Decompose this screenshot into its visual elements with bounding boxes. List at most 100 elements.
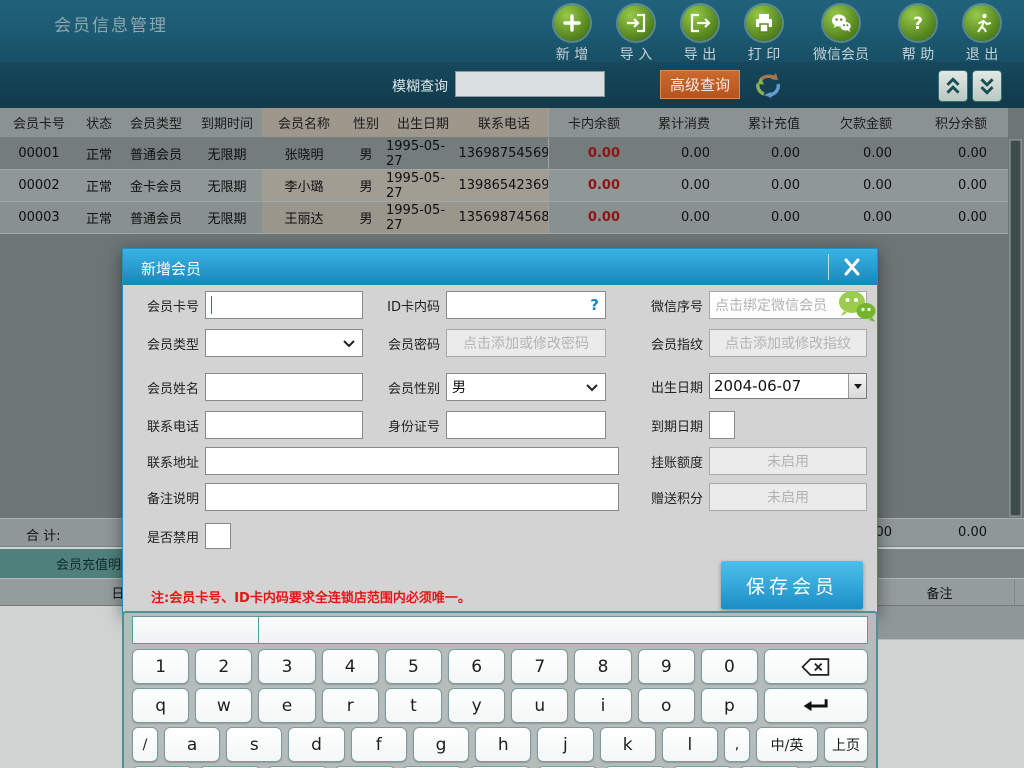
key-4[interactable]: 4 <box>322 649 379 684</box>
key-d[interactable]: d <box>288 727 344 762</box>
lang-toggle-key[interactable]: 中/英 <box>756 727 818 762</box>
key-5[interactable]: 5 <box>385 649 442 684</box>
col-status[interactable]: 状态 <box>78 108 120 137</box>
col-type[interactable]: 会员类型 <box>120 108 192 137</box>
col-card-no[interactable]: 会员卡号 <box>0 108 78 137</box>
remark-input[interactable] <box>205 483 619 511</box>
key-a[interactable]: a <box>164 727 220 762</box>
key-k[interactable]: k <box>600 727 656 762</box>
total-points: 0.00 <box>904 525 987 540</box>
save-member-button[interactable]: 保存会员 <box>721 561 863 609</box>
id-card-input[interactable] <box>446 291 606 319</box>
key-6[interactable]: 6 <box>448 649 505 684</box>
phone-input[interactable] <box>205 411 363 439</box>
key-9[interactable]: 9 <box>638 649 695 684</box>
key-i[interactable]: i <box>574 688 631 723</box>
key-s[interactable]: s <box>226 727 282 762</box>
key-7[interactable]: 7 <box>511 649 568 684</box>
key-8[interactable]: 8 <box>574 649 631 684</box>
new-member-button[interactable]: 新 增 <box>540 5 604 64</box>
dropdown-arrow-icon[interactable] <box>848 374 866 398</box>
disable-checkbox[interactable] <box>205 523 231 549</box>
search-input[interactable] <box>455 71 605 97</box>
cell-debt: 0.00 <box>810 170 902 201</box>
key-u[interactable]: u <box>511 688 568 723</box>
wechat-member-button[interactable]: 微信会员 <box>796 5 886 64</box>
fingerprint-set-button[interactable]: 点击添加或修改指纹 <box>709 329 867 357</box>
double-up-button[interactable] <box>938 70 968 102</box>
col-phone[interactable]: 联系电话 <box>460 108 548 137</box>
key-h[interactable]: h <box>475 727 531 762</box>
key-q[interactable]: q <box>132 688 189 723</box>
print-button[interactable]: 打 印 <box>732 5 796 64</box>
name-input[interactable] <box>205 373 363 401</box>
enter-key[interactable] <box>764 688 868 723</box>
close-button[interactable] <box>839 255 865 279</box>
cell-balance: 0.00 <box>548 138 630 169</box>
gift-points-field: 未启用 <box>709 483 867 511</box>
col-name[interactable]: 会员名称 <box>262 108 346 137</box>
member-type-label: 会员类型 <box>131 334 199 353</box>
key-w[interactable]: w <box>195 688 252 723</box>
wechat-no-label: 微信序号 <box>647 296 703 315</box>
key-1[interactable]: 1 <box>132 649 189 684</box>
col-remark[interactable]: 备注 <box>864 579 1015 605</box>
key-2[interactable]: 2 <box>195 649 252 684</box>
help-button[interactable]: ? 帮 助 <box>886 5 950 64</box>
backspace-key[interactable] <box>764 649 868 684</box>
key-3[interactable]: 3 <box>258 649 315 684</box>
export-button[interactable]: 导 出 <box>668 5 732 64</box>
col-birth[interactable]: 出生日期 <box>386 108 460 137</box>
double-down-button[interactable] <box>972 70 1002 102</box>
col-gender[interactable]: 性别 <box>346 108 386 137</box>
table-row[interactable]: 00003 正常 普通会员 无限期 王丽达 男 1995-05-27 13569… <box>0 202 1008 234</box>
address-input[interactable] <box>205 447 619 475</box>
ime-candidate-bar[interactable] <box>132 616 868 644</box>
col-consume[interactable]: 累计消费 <box>630 108 720 137</box>
expire-date-box[interactable] <box>709 411 735 439</box>
cell-expire: 无限期 <box>192 202 262 233</box>
key-o[interactable]: o <box>638 688 695 723</box>
scrollbar-thumb[interactable] <box>1011 141 1020 515</box>
birth-date-picker[interactable]: 2004-06-07 <box>709 373 867 399</box>
advanced-search-button[interactable]: 高级查询 <box>660 70 740 99</box>
col-balance[interactable]: 卡内余额 <box>548 108 630 137</box>
key-r[interactable]: r <box>322 688 379 723</box>
col-points[interactable]: 积分余额 <box>902 108 997 137</box>
col-expire[interactable]: 到期时间 <box>192 108 262 137</box>
key-y[interactable]: y <box>448 688 505 723</box>
key-g[interactable]: g <box>413 727 469 762</box>
text-caret <box>211 296 212 314</box>
refresh-icon[interactable] <box>752 70 784 100</box>
id-number-input[interactable] <box>446 411 606 439</box>
key-j[interactable]: j <box>537 727 593 762</box>
password-set-button[interactable]: 点击添加或修改密码 <box>446 329 606 357</box>
exit-button[interactable]: 退 出 <box>950 5 1014 64</box>
col-recharge[interactable]: 累计充值 <box>720 108 810 137</box>
ime-candidate-segment[interactable] <box>259 617 867 643</box>
key-f[interactable]: f <box>351 727 407 762</box>
key-e[interactable]: e <box>258 688 315 723</box>
card-no-input[interactable] <box>205 291 363 319</box>
cell-phone: 13986542369 <box>460 170 548 201</box>
table-row[interactable]: 00001 正常 普通会员 无限期 张晓明 男 1995-05-27 13698… <box>0 138 1008 170</box>
table-row[interactable]: 00002 正常 金卡会员 无限期 李小璐 男 1995-05-27 13986… <box>0 170 1008 202</box>
ime-input-segment[interactable] <box>133 617 259 643</box>
col-debt[interactable]: 欠款金额 <box>810 108 902 137</box>
member-type-select[interactable] <box>205 329 363 357</box>
key-p[interactable]: p <box>701 688 758 723</box>
key-0[interactable]: 0 <box>701 649 758 684</box>
key-l[interactable]: l <box>662 727 718 762</box>
key-/[interactable]: / <box>132 727 158 762</box>
key-t[interactable]: t <box>385 688 442 723</box>
gender-select[interactable]: 男 <box>446 373 606 401</box>
cell-phone: 13569874568 <box>460 202 548 233</box>
plus-icon <box>554 5 590 41</box>
table-scrollbar[interactable] <box>1009 139 1022 517</box>
import-button[interactable]: 导 入 <box>604 5 668 64</box>
prev-page-key[interactable]: 上页 <box>824 727 868 762</box>
birth-label: 出生日期 <box>647 377 703 396</box>
fingerprint-label: 会员指纹 <box>647 334 703 353</box>
help-question-icon[interactable]: ? <box>590 296 599 314</box>
key-,[interactable]: , <box>724 727 750 762</box>
